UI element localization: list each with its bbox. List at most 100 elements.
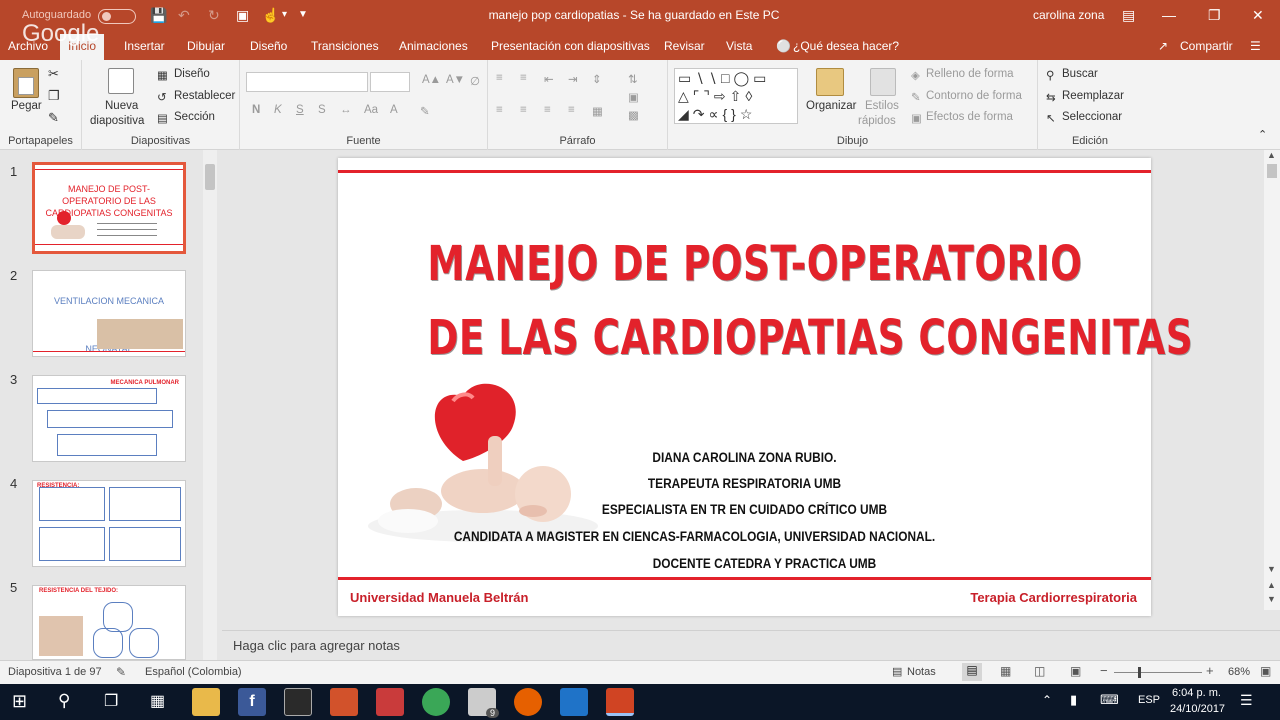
cut-icon[interactable]: ✂	[48, 66, 59, 82]
underline-button[interactable]: S	[296, 104, 304, 116]
author-title-4[interactable]: DOCENTE CATEDRA Y PRACTICA UMB	[407, 556, 1122, 571]
user-name[interactable]: carolina zona	[1033, 8, 1104, 22]
chrome-icon[interactable]	[422, 688, 450, 716]
tab-diseno[interactable]: Diseño	[250, 39, 287, 53]
columns-icon[interactable]: ▦	[592, 104, 603, 118]
notifications-icon[interactable]: ☰	[1240, 692, 1253, 709]
tray-chevron-icon[interactable]: ⌃	[1042, 693, 1052, 707]
reader-icon[interactable]	[376, 688, 404, 716]
close-icon[interactable]: ✕	[1252, 6, 1264, 24]
search-icon[interactable]: ⚲	[1046, 68, 1054, 82]
clear-format-icon[interactable]: ∅	[470, 74, 480, 88]
edge-icon[interactable]	[560, 688, 588, 716]
tab-dibujar[interactable]: Dibujar	[187, 39, 225, 53]
thumb-slide-5[interactable]: RESISTENCIA DEL TEJIDO:	[32, 585, 186, 660]
maximize-icon[interactable]: ❐	[1208, 6, 1221, 24]
scroll-down-icon[interactable]: ▼	[1267, 564, 1276, 574]
increase-indent-icon[interactable]: ⇥	[568, 72, 578, 86]
replace-button[interactable]: Reemplazar	[1062, 90, 1124, 102]
scrollbar-thumb[interactable]	[205, 164, 215, 190]
notes-placeholder[interactable]: Haga clic para agregar notas	[233, 638, 400, 653]
store-icon[interactable]	[284, 688, 312, 716]
line-spacing-icon[interactable]: ⇕	[592, 72, 602, 86]
scroll-up-icon[interactable]: ▲	[1267, 150, 1276, 160]
zoom-out-button[interactable]: −	[1100, 663, 1108, 678]
firefox-icon[interactable]	[514, 688, 542, 716]
thumb-slide-3[interactable]: MECANICA PULMONAR	[32, 375, 186, 462]
ribbon-display-icon[interactable]: ▤	[1122, 6, 1135, 24]
footer-program[interactable]: Terapia Cardiorrespiratoria	[970, 590, 1137, 605]
cursor-icon[interactable]: ↖	[1046, 111, 1056, 125]
share-button[interactable]: Compartir	[1180, 39, 1233, 53]
change-case-icon[interactable]: Aa	[364, 104, 378, 116]
zoom-slider-thumb[interactable]	[1138, 667, 1141, 678]
tab-transiciones[interactable]: Transiciones	[311, 39, 379, 53]
quick-styles-button[interactable]: Estilos	[865, 100, 899, 112]
decrease-indent-icon[interactable]: ⇤	[544, 72, 554, 86]
quick-styles-icon[interactable]	[870, 68, 896, 96]
shape-effects-button[interactable]: Efectos de forma	[926, 111, 1013, 123]
smartart-icon[interactable]: ▩	[628, 108, 639, 122]
scrollbar-thumb[interactable]	[1267, 164, 1277, 178]
notes-pane[interactable]: Haga clic para agregar notas	[222, 630, 1280, 660]
zoom-slider[interactable]	[1114, 667, 1202, 678]
slide-title-line-2[interactable]: DE LAS CARDIOPATIAS CONGENITAS	[427, 310, 1192, 366]
facebook-icon[interactable]: f	[238, 688, 266, 716]
language-indicator[interactable]: ESP	[1138, 694, 1160, 706]
new-slide-icon[interactable]	[108, 68, 134, 94]
search-icon[interactable]: ⚲	[58, 691, 70, 711]
reset-button[interactable]: Restablecer	[174, 90, 235, 102]
comments-icon[interactable]: ☰	[1250, 39, 1261, 53]
thumb-slide-4[interactable]: RESISTENCIA:	[32, 480, 186, 567]
new-slide-button[interactable]: Nueva	[105, 100, 138, 112]
format-painter-icon[interactable]: ✎	[48, 110, 59, 126]
numbering-icon[interactable]: ≡	[520, 72, 527, 84]
font-color-icon[interactable]: A	[390, 104, 398, 116]
mail-icon[interactable]: 9	[468, 688, 499, 718]
strike-button[interactable]: S	[318, 104, 326, 116]
thumbnail-pane[interactable]: 1 MANEJO DE POST-OPERATORIO DE LAS CARDI…	[0, 150, 218, 660]
effects-icon[interactable]: ▣	[911, 111, 922, 125]
paste-icon[interactable]	[13, 68, 39, 98]
author-title-3[interactable]: CANDIDATA A MAGISTER EN CIENCAS-FARMACOL…	[337, 529, 1052, 544]
thumb-slide-2[interactable]: VENTILACION MECANICA NEONATAL	[32, 270, 186, 357]
replace-icon[interactable]: ⇆	[1046, 90, 1056, 104]
find-button[interactable]: Buscar	[1062, 68, 1098, 80]
zoom-in-button[interactable]: +	[1206, 663, 1214, 678]
notes-button[interactable]: Notas	[907, 666, 936, 678]
author-title-2[interactable]: ESPECIALISTA EN TR EN CUIDADO CRÍTICO UM…	[387, 502, 1102, 517]
task-view-icon[interactable]: ❐	[104, 691, 118, 711]
share-icon[interactable]: ↗	[1158, 39, 1168, 53]
thumbnail-scrollbar[interactable]	[203, 150, 217, 660]
align-right-icon[interactable]: ≡	[544, 104, 551, 116]
tab-animaciones[interactable]: Animaciones	[399, 39, 468, 53]
tell-me-search[interactable]: ¿Qué desea hacer?	[793, 39, 899, 53]
grow-font-icon[interactable]: A▲	[422, 74, 441, 86]
fit-slide-icon[interactable]: ▣	[1260, 664, 1271, 678]
tab-insertar[interactable]: Insertar	[124, 39, 165, 53]
align-center-icon[interactable]: ≡	[520, 104, 527, 116]
new-slide-button-2[interactable]: diapositiva	[90, 115, 144, 127]
editor-scrollbar[interactable]: ▲ ▼ ▲ ▼	[1264, 150, 1280, 610]
author-name[interactable]: DIANA CAROLINA ZONA RUBIO.	[387, 450, 1102, 465]
slide-title-line-1[interactable]: MANEJO DE POST-OPERATORIO	[427, 236, 1081, 292]
paste-button[interactable]: Pegar	[11, 100, 42, 112]
minimize-icon[interactable]: —	[1162, 6, 1176, 24]
highlight-icon[interactable]: ✎	[420, 104, 430, 118]
sorter-view-icon[interactable]: ▦	[1000, 664, 1011, 678]
next-slide-icon[interactable]: ▼	[1267, 594, 1276, 604]
bullets-icon[interactable]: ≡	[496, 72, 503, 84]
layout-button[interactable]: Diseño	[174, 68, 210, 80]
reset-icon[interactable]: ↺	[157, 90, 167, 104]
fill-icon[interactable]: ◈	[911, 68, 920, 82]
zoom-level[interactable]: 68%	[1228, 666, 1250, 678]
align-left-icon[interactable]: ≡	[496, 104, 503, 116]
normal-view-icon[interactable]: ▤	[962, 663, 982, 681]
battery-icon[interactable]: ▮	[1070, 692, 1077, 708]
outline-icon[interactable]: ✎	[911, 90, 921, 104]
shapes-gallery[interactable]: ▭∖∖□◯▭ △⌜⌝⇨⇧◊ ◢↷∝{}☆	[674, 68, 798, 124]
shape-outline-button[interactable]: Contorno de forma	[926, 90, 1022, 102]
spellcheck-icon[interactable]: ✎	[116, 665, 126, 679]
section-button[interactable]: Sección	[174, 111, 215, 123]
justify-icon[interactable]: ≡	[568, 104, 575, 116]
